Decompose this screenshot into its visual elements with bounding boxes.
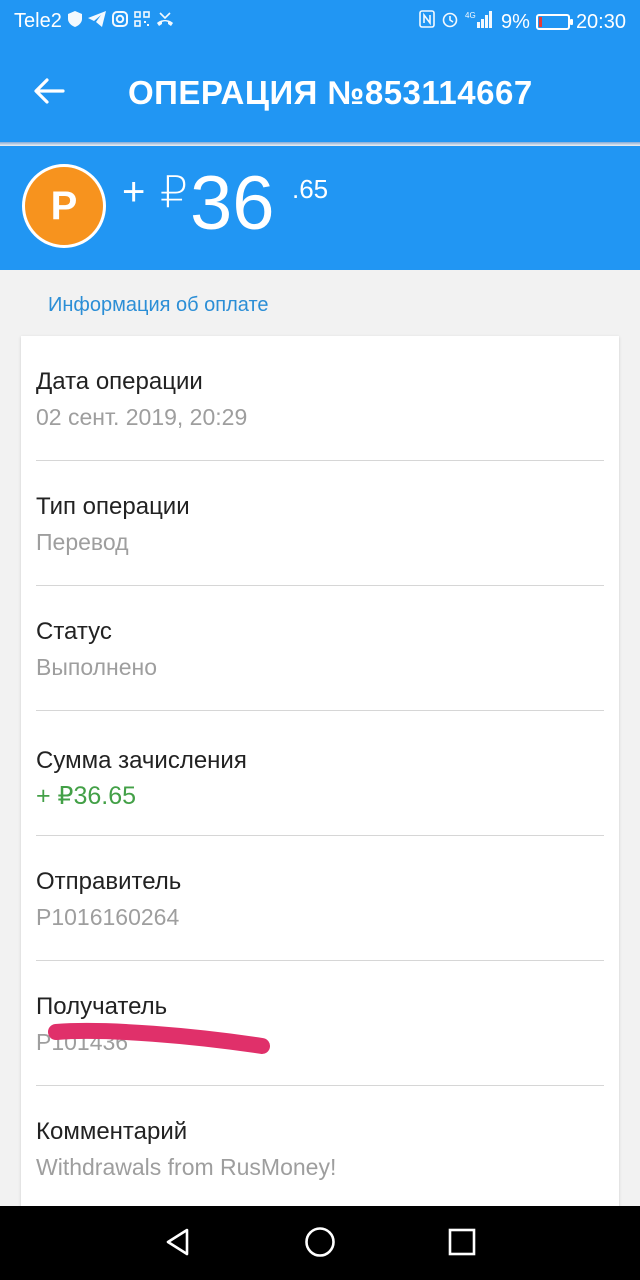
instagram-icon (111, 10, 128, 33)
row-value: Перевод (36, 529, 129, 555)
row-value-positive: + ₽36.65 (36, 782, 137, 810)
row-operation-type: Тип операции Перевод (36, 461, 604, 586)
row-credited-amount: Сумма зачисления + ₽36.65 (36, 711, 604, 836)
row-label: Отправитель (36, 868, 182, 895)
nav-back-icon (163, 1227, 193, 1262)
app-bar: ОПЕРАЦИЯ №853114667 (0, 44, 640, 142)
row-comment: Комментарий Withdrawals from RusMoney! (36, 1086, 604, 1211)
amount-fraction: .65 (292, 174, 329, 204)
status-bar-left: Tele2 (14, 10, 174, 33)
battery-percent: 9% (501, 10, 530, 33)
signal-icon: 4G (465, 10, 495, 34)
navigation-bar (0, 1206, 640, 1280)
row-label: Дата операции (36, 368, 203, 395)
row-label: Получатель (36, 993, 168, 1020)
row-value: Выполнено (36, 654, 158, 680)
row-recipient: Получатель P101436 (36, 961, 604, 1086)
amount-sign: + (122, 170, 146, 214)
row-label: Тип операции (36, 493, 190, 520)
nav-home-icon (304, 1226, 336, 1263)
row-label: Сумма зачисления (36, 747, 247, 774)
clock: 20:30 (575, 10, 626, 33)
amount-currency: ₽ (160, 168, 188, 217)
page-title: ОПЕРАЦИЯ №853114667 (128, 74, 533, 111)
row-label: Статус (36, 618, 112, 645)
payment-info-card: Дата операции 02 сент. 2019, 20:29 Тип о… (21, 336, 619, 1216)
shield-icon (67, 10, 82, 33)
amount-header: Р + ₽36 .65 (0, 146, 640, 270)
carrier-name: Tele2 (14, 10, 62, 32)
ruble-coin-icon: Р (22, 164, 106, 248)
row-value: P1016160264 (36, 904, 180, 930)
nav-back-button[interactable] (158, 1224, 198, 1264)
amount-integer: 36 (190, 161, 275, 246)
status-bar-right: 4G 9% 20:30 (419, 10, 626, 34)
row-label: Комментарий (36, 1118, 188, 1145)
nav-recents-icon (448, 1228, 476, 1261)
battery-level (538, 17, 542, 27)
section-title-payment-info: Информация об оплате (48, 294, 269, 316)
amount-value: ₽36 (160, 166, 275, 242)
row-value: Withdrawals from RusMoney! (36, 1154, 337, 1180)
back-arrow-icon (33, 77, 65, 110)
status-bar: Tele2 4G 9% 20:30 (0, 0, 640, 44)
back-button[interactable] (24, 68, 74, 118)
alarm-icon (441, 10, 459, 34)
row-sender: Отправитель P1016160264 (36, 836, 604, 961)
row-value: P101436 (36, 1029, 129, 1055)
battery-icon (535, 14, 573, 30)
nfc-icon (419, 10, 435, 34)
qr-icon (134, 10, 150, 33)
missed-call-icon (156, 11, 174, 33)
row-status: Статус Выполнено (36, 586, 604, 711)
row-value: 02 сент. 2019, 20:29 (36, 404, 248, 430)
telegram-icon (87, 10, 106, 33)
app-bar-shadow (0, 142, 640, 146)
row-operation-date: Дата операции 02 сент. 2019, 20:29 (36, 336, 604, 461)
svg-text:4G: 4G (465, 11, 476, 20)
nav-home-button[interactable] (300, 1224, 340, 1264)
coin-symbol: Р (50, 183, 78, 228)
nav-recents-button[interactable] (442, 1224, 482, 1264)
